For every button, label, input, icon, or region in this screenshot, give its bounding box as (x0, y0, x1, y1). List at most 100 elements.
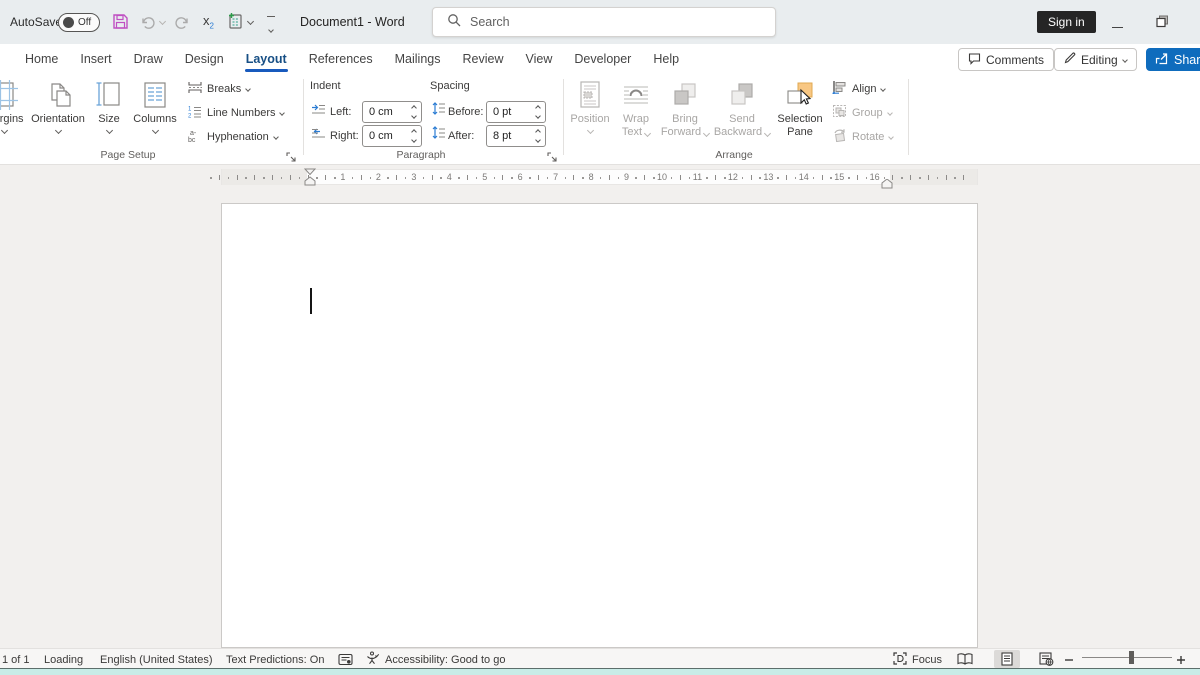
page-setup-dialog-launcher-icon[interactable] (286, 150, 297, 161)
editor-icon[interactable] (338, 652, 353, 667)
ruler-tick: 15 (834, 172, 844, 182)
document-page[interactable] (221, 203, 978, 648)
bring-forward-button[interactable]: Bring Forward (658, 78, 712, 139)
share-button[interactable]: Share (1146, 48, 1200, 71)
ruler-tick: 14 (799, 172, 809, 182)
indent-left-input[interactable] (363, 106, 406, 118)
wrap-text-button[interactable]: Wrap Text (614, 78, 658, 139)
spacing-after-stepper[interactable] (530, 130, 545, 142)
zoom-in-icon[interactable] (1176, 652, 1186, 667)
spacing-before-input[interactable] (487, 106, 530, 118)
zoom-slider-track[interactable] (1082, 657, 1172, 658)
web-layout-button[interactable] (1033, 650, 1059, 668)
indent-right-input[interactable] (363, 130, 406, 142)
new-document-dropdown-icon[interactable] (247, 18, 254, 25)
page-setup-group-label: Page Setup (58, 149, 198, 161)
language-status[interactable]: English (United States) (100, 652, 213, 667)
tab-review[interactable]: Review (451, 44, 514, 73)
spacing-before-stepper[interactable] (530, 106, 545, 118)
wrap-text-dropdown-icon (644, 130, 651, 137)
align-icon (832, 80, 847, 97)
undo-dropdown-icon[interactable] (159, 18, 166, 25)
tab-design[interactable]: Design (174, 44, 235, 73)
tab-developer[interactable]: Developer (563, 44, 642, 73)
indent-left-field[interactable] (362, 101, 422, 123)
indent-left-stepper[interactable] (406, 106, 421, 118)
tab-layout[interactable]: Layout (235, 44, 298, 73)
align-button[interactable]: Align (832, 80, 885, 97)
ruler-tick (529, 177, 531, 179)
line-numbers-button[interactable]: 12 Line Numbers (188, 104, 284, 121)
indent-right-field[interactable] (362, 125, 422, 147)
ruler-tick (751, 175, 752, 180)
columns-button[interactable]: Columns (130, 78, 180, 133)
ruler-tick: 11 (693, 172, 702, 182)
ruler-tick (538, 175, 539, 180)
ruler-tick: 1 (340, 172, 345, 182)
ruler-tick (396, 175, 397, 180)
spacing-before-field[interactable] (486, 101, 546, 123)
send-backward-button[interactable]: Send Backward (712, 78, 772, 139)
tab-mailings[interactable]: Mailings (384, 44, 452, 73)
sign-in-button[interactable]: Sign in (1037, 11, 1096, 33)
spacing-after-field[interactable] (486, 125, 546, 147)
selection-pane-icon (785, 78, 815, 111)
left-indent-marker[interactable] (303, 168, 317, 191)
ruler-tick (937, 177, 939, 179)
new-document-icon[interactable] (226, 12, 244, 36)
svg-text:bc: bc (188, 137, 196, 142)
redo-icon[interactable] (174, 13, 191, 35)
text-predictions-status[interactable]: Text Predictions: On (226, 652, 324, 667)
accessibility-status[interactable]: Accessibility: Good to go (366, 652, 505, 667)
ruler-tick (573, 175, 574, 180)
ruler-tick (511, 177, 513, 179)
spacing-after-input[interactable] (487, 130, 530, 142)
search-box[interactable] (432, 7, 776, 37)
focus-button[interactable]: Focus (893, 652, 942, 667)
ruler-tick (387, 177, 389, 179)
tab-home[interactable]: Home (14, 44, 69, 73)
ruler-tick (423, 177, 425, 179)
breaks-button[interactable]: Breaks (188, 80, 250, 97)
margins-button[interactable]: Margins (0, 78, 30, 133)
tab-help[interactable]: Help (642, 44, 690, 73)
editing-button[interactable]: Editing (1054, 48, 1137, 71)
read-mode-button[interactable] (952, 650, 978, 668)
spacing-after-icon (432, 126, 446, 144)
save-icon[interactable] (112, 13, 129, 35)
position-button[interactable]: Position (566, 78, 614, 133)
ruler-tick: 8 (589, 172, 594, 182)
ruler-tick (609, 175, 610, 180)
tab-references[interactable]: References (298, 44, 384, 73)
tab-draw[interactable]: Draw (123, 44, 174, 73)
paragraph-group-label: Paragraph (351, 149, 491, 161)
rotate-icon (832, 128, 847, 145)
hyphenation-button[interactable]: a-bc Hyphenation (188, 128, 278, 145)
paragraph-dialog-launcher-icon[interactable] (547, 150, 558, 161)
ruler-tick (502, 175, 503, 180)
undo-icon[interactable] (139, 13, 156, 35)
page-indicator[interactable]: 1 of 1 (2, 652, 30, 667)
rotate-button[interactable]: Rotate (832, 128, 893, 145)
size-button[interactable]: Size (90, 78, 128, 133)
minimize-icon[interactable] (1112, 27, 1123, 28)
ruler-tick (237, 175, 238, 180)
autosave-toggle[interactable]: Off (58, 13, 100, 32)
zoom-out-icon[interactable] (1064, 652, 1074, 667)
group-button[interactable]: Group (832, 104, 892, 121)
tab-view[interactable]: View (514, 44, 563, 73)
orientation-button[interactable]: Orientation (28, 78, 88, 133)
customize-quick-access-icon[interactable] (266, 16, 276, 37)
zoom-slider-thumb[interactable] (1129, 651, 1134, 664)
tab-insert[interactable]: Insert (69, 44, 122, 73)
position-dropdown-icon (586, 127, 593, 134)
indent-right-stepper[interactable] (406, 130, 421, 142)
restore-window-icon[interactable] (1156, 15, 1169, 33)
editing-dropdown-icon (1122, 57, 1128, 63)
right-indent-marker[interactable] (880, 176, 894, 194)
comments-button[interactable]: Comments (958, 48, 1054, 71)
print-layout-button[interactable] (994, 650, 1020, 668)
subscript-icon[interactable]: x2 (203, 13, 214, 31)
selection-pane-button[interactable]: Selection Pane (772, 78, 828, 139)
search-input[interactable] (470, 15, 730, 29)
